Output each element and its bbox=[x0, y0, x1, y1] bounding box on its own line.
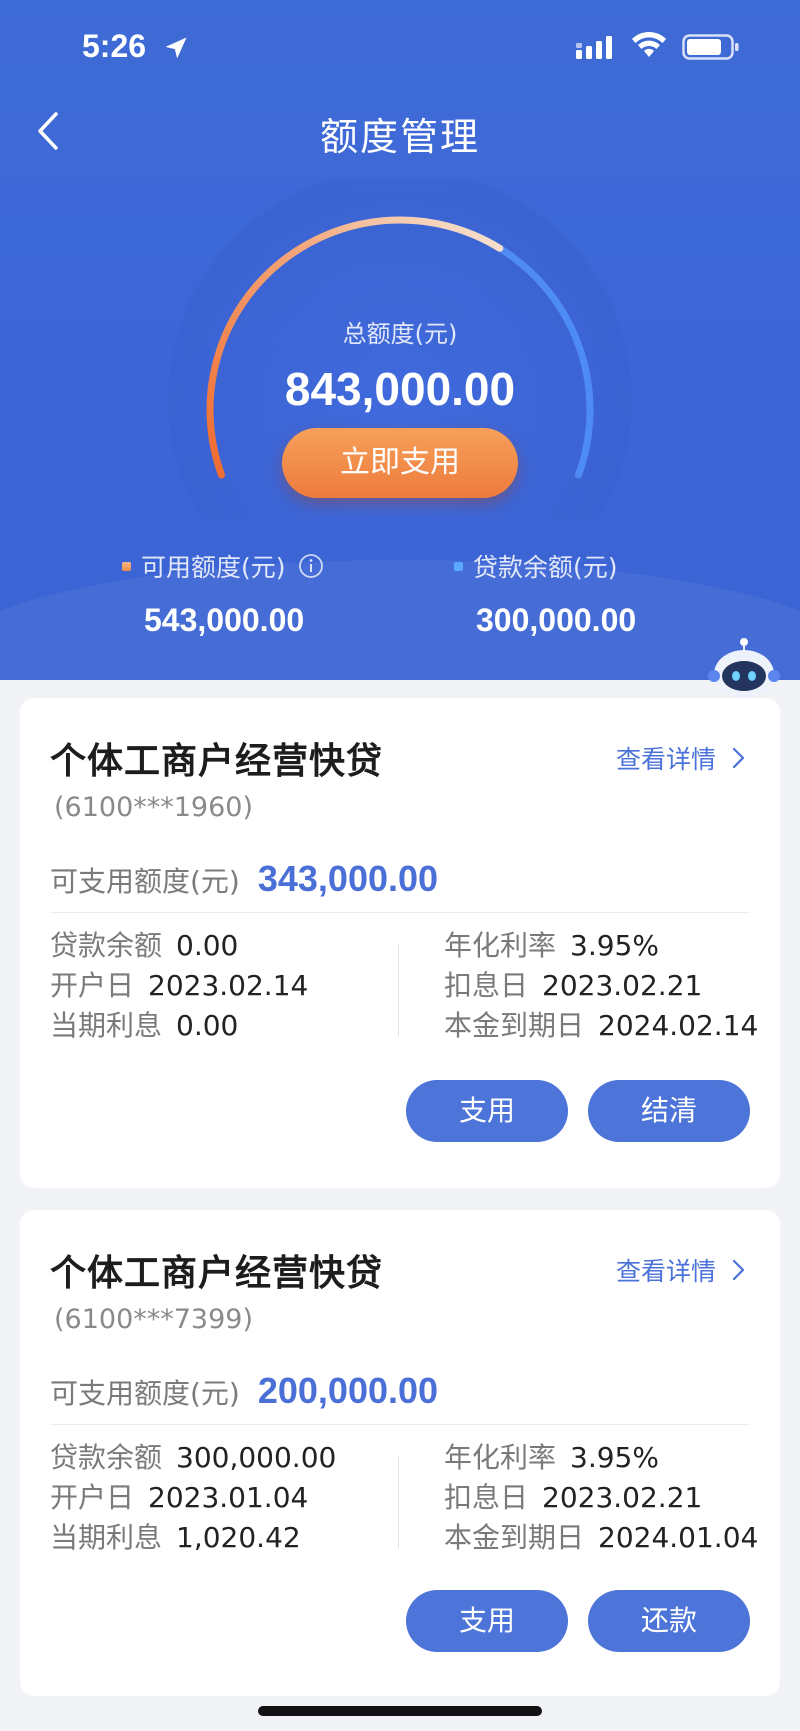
credit-gauge: 总额度(元) 843,000.00 立即支用 bbox=[0, 180, 800, 520]
available-row: 可支用额度(元) 343,000.00 bbox=[50, 858, 438, 900]
view-details-link[interactable]: 查看详情 bbox=[616, 740, 748, 776]
deduct-date-label: 扣息日 bbox=[444, 969, 529, 1002]
draw-down-button[interactable]: 支用 bbox=[406, 1590, 568, 1652]
rate-label: 年化利率 bbox=[444, 1441, 557, 1474]
vertical-divider bbox=[398, 944, 399, 1036]
deduct-date-value: 2023.02.21 bbox=[542, 969, 703, 1002]
status-bar: 5:26 bbox=[0, 0, 800, 96]
loan-info-left: 贷款余额 0.00 开户日 2023.02.14 当期利息 0.00 bbox=[50, 926, 308, 1046]
loan-info-right: 年化利率 3.95% 扣息日 2023.02.21 本金到期日 2024.01.04 bbox=[444, 1438, 758, 1558]
loan-balance-label: 贷款余额(元) bbox=[473, 553, 618, 582]
loan-info-right: 年化利率 3.95% 扣息日 2023.02.21 本金到期日 2024.02.14 bbox=[444, 926, 758, 1046]
vertical-divider bbox=[398, 1456, 399, 1548]
due-date-value: 2024.02.14 bbox=[598, 1009, 759, 1042]
battery-icon bbox=[682, 34, 739, 60]
due-date-value: 2024.01.04 bbox=[598, 1521, 759, 1554]
available-label: 可支用额度(元) bbox=[50, 1377, 240, 1410]
chevron-right-icon bbox=[732, 1259, 745, 1281]
deduct-date-label: 扣息日 bbox=[444, 1481, 529, 1514]
info-icon[interactable] bbox=[298, 553, 324, 579]
loan-title: 个体工商户经营快贷 bbox=[50, 1253, 384, 1294]
loan-account-number: (6100***1960) bbox=[54, 792, 253, 823]
home-indicator bbox=[258, 1706, 542, 1716]
loan-card: 个体工商户经营快贷 (6100***7399) 查看详情 可支用额度(元) 20… bbox=[20, 1210, 780, 1696]
rate-row: 年化利率 3.95% bbox=[444, 926, 758, 966]
open-date-label: 开户日 bbox=[50, 969, 135, 1002]
available-value: 200,000.00 bbox=[257, 1370, 439, 1411]
navigation-bar: 额度管理 bbox=[0, 96, 800, 166]
available-credit-stat: 可用额度(元) 543,000.00 bbox=[122, 548, 324, 639]
view-details-label: 查看详情 bbox=[615, 745, 716, 774]
loan-balance-stat: 贷款余额(元) 300,000.00 bbox=[454, 548, 636, 639]
loan-balance-value: 300,000.00 bbox=[476, 602, 637, 638]
status-time: 5:26 bbox=[82, 28, 147, 64]
total-credit-value: 843,000.00 bbox=[284, 363, 516, 415]
due-date-row: 本金到期日 2024.02.14 bbox=[444, 1006, 758, 1046]
rate-row: 年化利率 3.95% bbox=[444, 1438, 758, 1478]
balance-label: 贷款余额 bbox=[50, 1441, 163, 1474]
due-date-row: 本金到期日 2024.01.04 bbox=[444, 1518, 758, 1558]
total-credit-label: 总额度(元) bbox=[342, 320, 458, 348]
deduct-date-row: 扣息日 2023.02.21 bbox=[444, 1478, 758, 1518]
open-date-value: 2023.02.14 bbox=[148, 969, 309, 1002]
balance-value: 0.00 bbox=[176, 929, 239, 962]
balance-row: 贷款余额 0.00 bbox=[50, 926, 308, 966]
use-now-button[interactable]: 立即支用 bbox=[282, 428, 518, 498]
balance-label: 贷款余额 bbox=[50, 929, 163, 962]
location-arrow-icon bbox=[165, 37, 187, 59]
interest-row: 当期利息 0.00 bbox=[50, 1006, 308, 1046]
divider bbox=[50, 912, 750, 913]
loan-info-left: 贷款余额 300,000.00 开户日 2023.01.04 当期利息 1,020.4… bbox=[50, 1438, 336, 1558]
draw-down-button[interactable]: 支用 bbox=[406, 1080, 568, 1142]
wifi-icon bbox=[632, 31, 666, 57]
interest-row: 当期利息 1,020.42 bbox=[50, 1518, 336, 1558]
divider bbox=[50, 1424, 750, 1425]
rate-value: 3.95% bbox=[570, 929, 659, 962]
available-credit-value: 543,000.00 bbox=[144, 602, 305, 638]
interest-label: 当期利息 bbox=[50, 1521, 163, 1554]
view-details-label: 查看详情 bbox=[615, 1257, 716, 1286]
due-date-label: 本金到期日 bbox=[444, 1009, 585, 1042]
chevron-right-icon bbox=[732, 747, 745, 769]
page-title: 额度管理 bbox=[319, 115, 480, 159]
loan-title: 个体工商户经营快贷 bbox=[50, 741, 384, 782]
rate-label: 年化利率 bbox=[444, 929, 557, 962]
deduct-date-value: 2023.02.21 bbox=[542, 1481, 703, 1514]
repay-button[interactable]: 还款 bbox=[588, 1590, 750, 1652]
deduct-date-row: 扣息日 2023.02.21 bbox=[444, 966, 758, 1006]
available-label: 可支用额度(元) bbox=[50, 865, 240, 898]
open-date-row: 开户日 2023.02.14 bbox=[50, 966, 308, 1006]
available-credit-label: 可用额度(元) bbox=[141, 553, 286, 582]
due-date-label: 本金到期日 bbox=[444, 1521, 585, 1554]
available-value: 343,000.00 bbox=[257, 858, 439, 899]
interest-label: 当期利息 bbox=[50, 1009, 163, 1042]
orange-legend-dot bbox=[122, 561, 131, 571]
loan-account-number: (6100***7399) bbox=[54, 1304, 253, 1335]
hero-wave-decoration bbox=[0, 560, 800, 680]
loan-card: 个体工商户经营快贷 (6100***1960) 查看详情 可支用额度(元) 34… bbox=[20, 698, 780, 1188]
balance-value: 300,000.00 bbox=[176, 1441, 337, 1474]
blue-legend-dot bbox=[454, 561, 463, 571]
open-date-label: 开户日 bbox=[50, 1481, 135, 1514]
available-row: 可支用额度(元) 200,000.00 bbox=[50, 1370, 438, 1412]
open-date-value: 2023.01.04 bbox=[148, 1481, 309, 1514]
balance-row: 贷款余额 300,000.00 bbox=[50, 1438, 336, 1478]
open-date-row: 开户日 2023.01.04 bbox=[50, 1478, 336, 1518]
interest-value: 0.00 bbox=[176, 1009, 239, 1042]
interest-value: 1,020.42 bbox=[176, 1521, 301, 1554]
rate-value: 3.95% bbox=[570, 1441, 659, 1474]
view-details-link[interactable]: 查看详情 bbox=[616, 1252, 748, 1288]
settle-button[interactable]: 结清 bbox=[588, 1080, 750, 1142]
cellular-signal-icon bbox=[576, 36, 612, 59]
